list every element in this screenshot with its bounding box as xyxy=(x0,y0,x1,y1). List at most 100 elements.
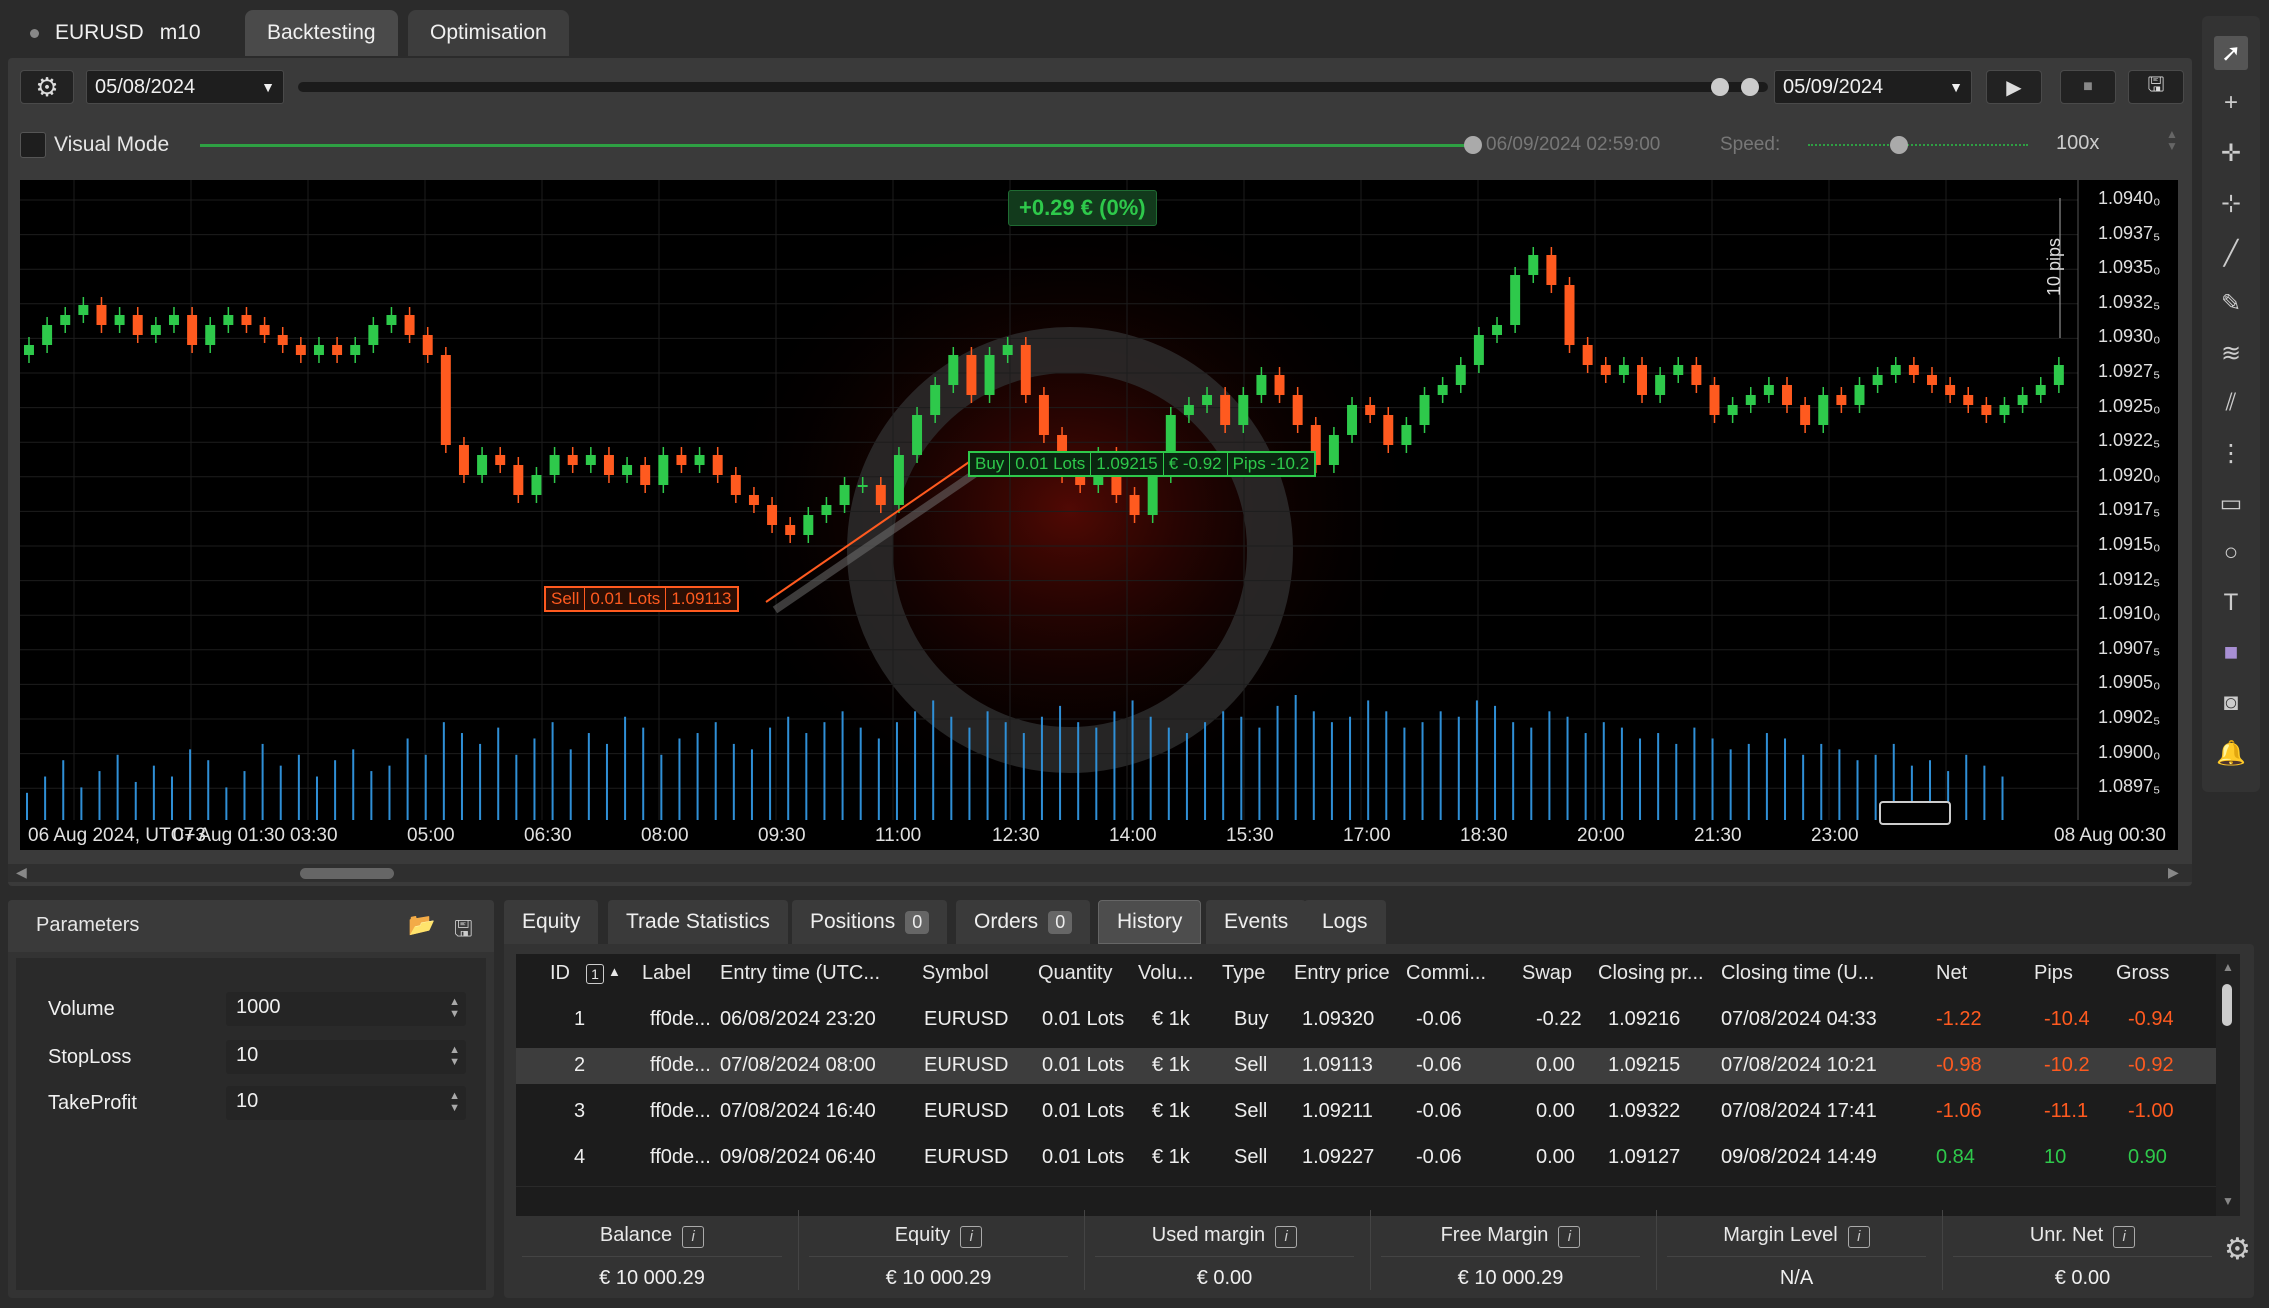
table-row[interactable]: 3 ff0de... 07/08/2024 16:40 EURUSD 0.01 Lots… xyxy=(516,1094,2216,1130)
info-icon[interactable]: i xyxy=(2113,1226,2136,1248)
table-row[interactable]: 2 ff0de... 07/08/2024 08:00 EURUSD 0.01 Lots… xyxy=(516,1048,2216,1084)
chart-scrollbar[interactable]: ◀ ▶ xyxy=(8,864,2192,882)
col-entry-price[interactable]: Entry price xyxy=(1294,962,1390,985)
save-icon[interactable]: 🖫 xyxy=(454,912,473,950)
stepper-icon[interactable]: ▲ ▼ xyxy=(449,1044,460,1068)
param-stoploss-input[interactable]: 10 ▲ ▼ xyxy=(226,1040,466,1074)
info-icon[interactable]: i xyxy=(1275,1226,1298,1248)
range-start-handle[interactable] xyxy=(1711,78,1729,96)
col-volume[interactable]: Volu... xyxy=(1138,962,1194,985)
tab-trade-statistics[interactable]: Trade Statistics xyxy=(608,900,788,944)
end-date-picker[interactable]: 05/09/2024 ▼ xyxy=(1774,70,1972,104)
volume-bar xyxy=(1095,727,1098,820)
candle xyxy=(259,325,270,335)
tab-logs[interactable]: Logs xyxy=(1304,900,1386,944)
col-closing-time[interactable]: Closing time (U... xyxy=(1721,962,1874,985)
scroll-up-icon[interactable]: ▲ xyxy=(2222,960,2234,974)
candle xyxy=(114,315,125,325)
col-entry-time[interactable]: Entry time (UTC... xyxy=(720,962,880,985)
param-volume-input[interactable]: 1000 ▲ ▼ xyxy=(226,992,466,1026)
col-net[interactable]: Net xyxy=(1936,962,1967,985)
col-label[interactable]: Label xyxy=(642,962,691,985)
speed-stepper-icon[interactable]: ▲ ▼ xyxy=(2166,128,2178,152)
price-tick-label: 1.0932₅ xyxy=(2098,291,2161,312)
scroll-thumb[interactable] xyxy=(300,868,394,879)
crosshair-icon[interactable]: + xyxy=(2214,86,2248,120)
table-cell: Sell xyxy=(1234,1100,1268,1122)
bell-icon[interactable]: 🔔 xyxy=(2214,736,2248,770)
scroll-down-icon[interactable]: ▼ xyxy=(2222,1194,2234,1208)
symbol-tab[interactable]: EURUSD m10 xyxy=(10,10,221,56)
grid-lines-icon[interactable]: ⋮ xyxy=(2214,436,2248,470)
col-gross[interactable]: Gross xyxy=(2116,962,2169,985)
info-icon[interactable]: i xyxy=(960,1226,983,1248)
stepper-icon[interactable]: ▲ ▼ xyxy=(449,1090,460,1114)
candle xyxy=(839,485,850,505)
param-stoploss-value: 10 xyxy=(236,1044,259,1066)
save-icon[interactable]: 🖫 xyxy=(2128,70,2184,104)
rectangle-icon[interactable]: ▭ xyxy=(2214,486,2248,520)
tab-backtesting[interactable]: Backtesting xyxy=(245,10,398,56)
candle xyxy=(567,455,578,465)
candle xyxy=(1618,365,1629,375)
visual-mode-checkbox[interactable] xyxy=(20,132,46,158)
col-type[interactable]: Type xyxy=(1222,962,1265,985)
tab-history[interactable]: History xyxy=(1098,900,1202,944)
settings-gear-icon[interactable]: ⚙ xyxy=(2224,1232,2251,1267)
candle xyxy=(96,305,107,325)
sell-lots: 0.01 Lots xyxy=(585,588,667,610)
table-row[interactable]: 1 ff0de... 06/08/2024 23:20 EURUSD 0.01 Lots… xyxy=(516,1002,2216,1038)
camera-icon[interactable]: ◙ xyxy=(2214,686,2248,720)
col-commission[interactable]: Commi... xyxy=(1406,962,1486,985)
buy-trade-label[interactable]: Buy 0.01 Lots 1.09215 € -0.92 Pips -10.2 xyxy=(968,451,1317,477)
tab-optimisation[interactable]: Optimisation xyxy=(408,10,569,56)
col-id[interactable]: ID xyxy=(550,962,570,985)
tab-orders[interactable]: Orders 0 xyxy=(956,900,1091,944)
trend-line-icon[interactable]: ╱ xyxy=(2214,236,2248,270)
date-range-slider[interactable] xyxy=(298,82,1768,92)
settings-gear-icon[interactable]: ⚙ xyxy=(20,70,74,104)
stepper-icon[interactable]: ▲ ▼ xyxy=(449,996,460,1020)
play-button[interactable]: ▶ xyxy=(1986,70,2042,104)
scroll-right-icon[interactable]: ▶ xyxy=(2168,864,2179,881)
info-icon[interactable]: i xyxy=(1558,1226,1581,1248)
start-date-picker[interactable]: 05/08/2024 ▼ xyxy=(86,70,284,104)
ellipse-icon[interactable]: ○ xyxy=(2214,536,2248,570)
text-icon[interactable]: T xyxy=(2214,586,2248,620)
table-row[interactable]: 4 ff0de... 09/08/2024 06:40 EURUSD 0.01 Lots… xyxy=(516,1140,2216,1176)
scroll-thumb[interactable] xyxy=(2222,984,2232,1026)
fibonacci-icon[interactable]: ≋ xyxy=(2214,336,2248,370)
table-scrollbar[interactable]: ▲ ▼ xyxy=(2216,954,2240,1216)
volume-bar xyxy=(1004,722,1007,820)
col-closing-price[interactable]: Closing pr... xyxy=(1598,962,1704,985)
pen-icon[interactable]: ✎ xyxy=(2214,286,2248,320)
col-pips[interactable]: Pips xyxy=(2034,962,2073,985)
cursor-icon[interactable]: ➚ xyxy=(2214,36,2248,70)
scroll-left-icon[interactable]: ◀ xyxy=(16,864,27,881)
param-takeprofit-input[interactable]: 10 ▲ ▼ xyxy=(226,1086,466,1120)
info-icon[interactable]: i xyxy=(682,1226,705,1248)
col-swap[interactable]: Swap xyxy=(1522,962,1572,985)
stop-button[interactable]: ■ xyxy=(2060,70,2116,104)
ruler-cross-icon[interactable]: ⊹ xyxy=(2214,186,2248,220)
volume-bar xyxy=(1077,722,1080,820)
time-tick-label: 08 Aug 00:30 xyxy=(2054,825,2166,846)
speed-slider[interactable] xyxy=(1808,144,2028,146)
price-chart[interactable]: +0.29 € (0%) 10 pips 1.0940₀ 1.0937₅ 1.093… xyxy=(20,180,2178,850)
price-tick-label: 1.0927₅ xyxy=(2098,361,2161,381)
tab-equity[interactable]: Equity xyxy=(504,900,599,944)
info-icon[interactable]: i xyxy=(1847,1226,1870,1248)
range-end-handle[interactable] xyxy=(1741,78,1759,96)
tab-positions[interactable]: Positions 0 xyxy=(792,900,948,944)
sell-trade-label[interactable]: Sell 0.01 Lots 1.09113 xyxy=(544,586,739,612)
open-folder-icon[interactable]: 📂 xyxy=(408,912,435,938)
col-symbol[interactable]: Symbol xyxy=(922,962,989,985)
tab-events[interactable]: Events xyxy=(1206,900,1307,944)
tab-trade-statistics-label: Trade Statistics xyxy=(626,910,770,933)
crosshair-dotted-icon[interactable]: ✛ xyxy=(2214,136,2248,170)
color-swatch-icon[interactable]: ■ xyxy=(2214,636,2248,670)
progress-handle[interactable] xyxy=(1464,136,1482,154)
pitchfork-icon[interactable]: ⫽ xyxy=(2214,386,2248,420)
speed-handle[interactable] xyxy=(1890,136,1908,154)
col-quantity[interactable]: Quantity xyxy=(1038,962,1112,985)
